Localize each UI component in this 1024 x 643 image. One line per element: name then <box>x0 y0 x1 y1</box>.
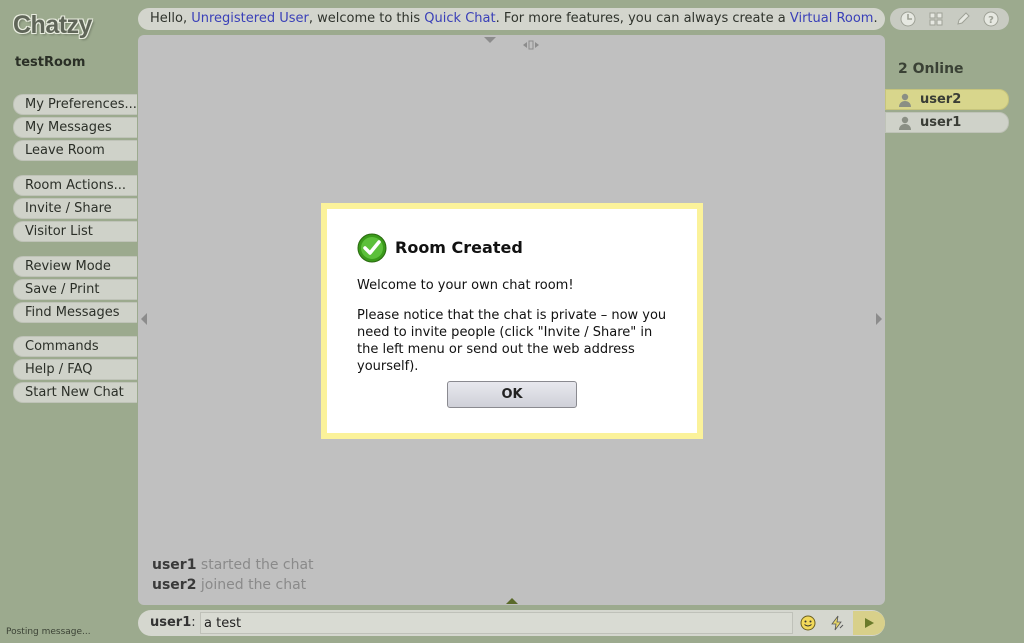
menu-my-messages[interactable]: My Messages <box>13 117 137 138</box>
dialog-title: Room Created <box>395 238 523 257</box>
message-row: user1 started the chat <box>152 555 314 575</box>
online-user-name: user1 <box>920 115 962 130</box>
message-user[interactable]: user2 <box>152 577 196 593</box>
help-icon[interactable]: ? <box>981 9 1001 29</box>
pencil-icon[interactable] <box>953 9 973 29</box>
menu-group-room: Room Actions... Invite / Share Visitor L… <box>13 175 137 244</box>
virtual-room-link[interactable]: Virtual Room <box>790 11 874 26</box>
message-text: joined the chat <box>200 577 307 593</box>
expand-bottom-arrow-icon[interactable] <box>506 598 518 604</box>
message-row: user2 joined the chat <box>152 575 314 595</box>
menu-save-print[interactable]: Save / Print <box>13 279 137 300</box>
lightning-icon[interactable] <box>823 612 851 634</box>
collapse-left-arrow-icon[interactable] <box>141 313 147 325</box>
online-user-item[interactable]: user2 <box>885 89 1009 110</box>
svg-text:?: ? <box>988 15 994 26</box>
resize-handle-icon[interactable] <box>522 35 540 54</box>
menu-invite-share[interactable]: Invite / Share <box>13 198 137 219</box>
menu-start-new-chat[interactable]: Start New Chat <box>13 382 137 403</box>
user-icon <box>899 116 911 130</box>
menu-group-review: Review Mode Save / Print Find Messages <box>13 256 137 325</box>
menu-find-messages[interactable]: Find Messages <box>13 302 137 323</box>
send-button[interactable] <box>853 611 885 635</box>
collapse-top-arrow-icon[interactable] <box>484 37 496 43</box>
grid-icon[interactable] <box>926 9 946 29</box>
play-icon <box>865 618 874 628</box>
chatzy-logo[interactable]: Chatzy <box>13 11 92 40</box>
message-user[interactable]: user1 <box>152 557 196 573</box>
menu-visitor-list[interactable]: Visitor List <box>13 221 137 242</box>
online-user-item[interactable]: user1 <box>885 112 1009 133</box>
menu-help-faq[interactable]: Help / FAQ <box>13 359 137 380</box>
menu-room-actions[interactable]: Room Actions... <box>13 175 137 196</box>
dialog-notice-text: Please notice that the chat is private –… <box>357 308 667 374</box>
dialog-body: Room Created Welcome to your own chat ro… <box>327 209 697 433</box>
input-bar: user1: <box>138 610 885 636</box>
menu-my-preferences[interactable]: My Preferences... <box>13 94 137 115</box>
online-count: 2 Online <box>898 61 964 77</box>
welcome-text-2: , welcome to this <box>308 11 425 26</box>
menu-commands[interactable]: Commands <box>13 336 137 357</box>
welcome-bar: Hello, Unregistered User, welcome to thi… <box>138 8 885 30</box>
menu-group-help: Commands Help / FAQ Start New Chat <box>13 336 137 405</box>
collapse-right-arrow-icon[interactable] <box>876 313 882 325</box>
message-list: user1 started the chat user2 joined the … <box>152 555 314 595</box>
toolbar: ? <box>890 8 1009 30</box>
menu-review-mode[interactable]: Review Mode <box>13 256 137 277</box>
room-name: testRoom <box>15 55 86 70</box>
welcome-text-1: Hello, <box>150 11 192 26</box>
menu-leave-room[interactable]: Leave Room <box>13 140 137 161</box>
message-input[interactable] <box>200 612 793 634</box>
clock-icon[interactable] <box>898 9 918 29</box>
online-user-name: user2 <box>920 92 962 107</box>
message-text: started the chat <box>200 557 314 573</box>
welcome-text-4: . <box>873 11 878 26</box>
quick-chat-link[interactable]: Quick Chat <box>424 11 495 26</box>
user-icon <box>899 93 911 107</box>
checkmark-icon <box>357 233 387 267</box>
room-created-dialog: Room Created Welcome to your own chat ro… <box>321 203 703 439</box>
unregistered-user-link[interactable]: Unregistered User <box>191 11 309 26</box>
posting-status: Posting message... <box>6 627 91 637</box>
input-username: user1: <box>150 615 196 630</box>
welcome-text-3: . For more features, you can always crea… <box>495 11 790 26</box>
smiley-icon[interactable] <box>794 612 822 634</box>
dialog-welcome-text: Welcome to your own chat room! <box>357 278 574 293</box>
ok-button[interactable]: OK <box>447 381 577 408</box>
menu-group-account: My Preferences... My Messages Leave Room <box>13 94 137 163</box>
